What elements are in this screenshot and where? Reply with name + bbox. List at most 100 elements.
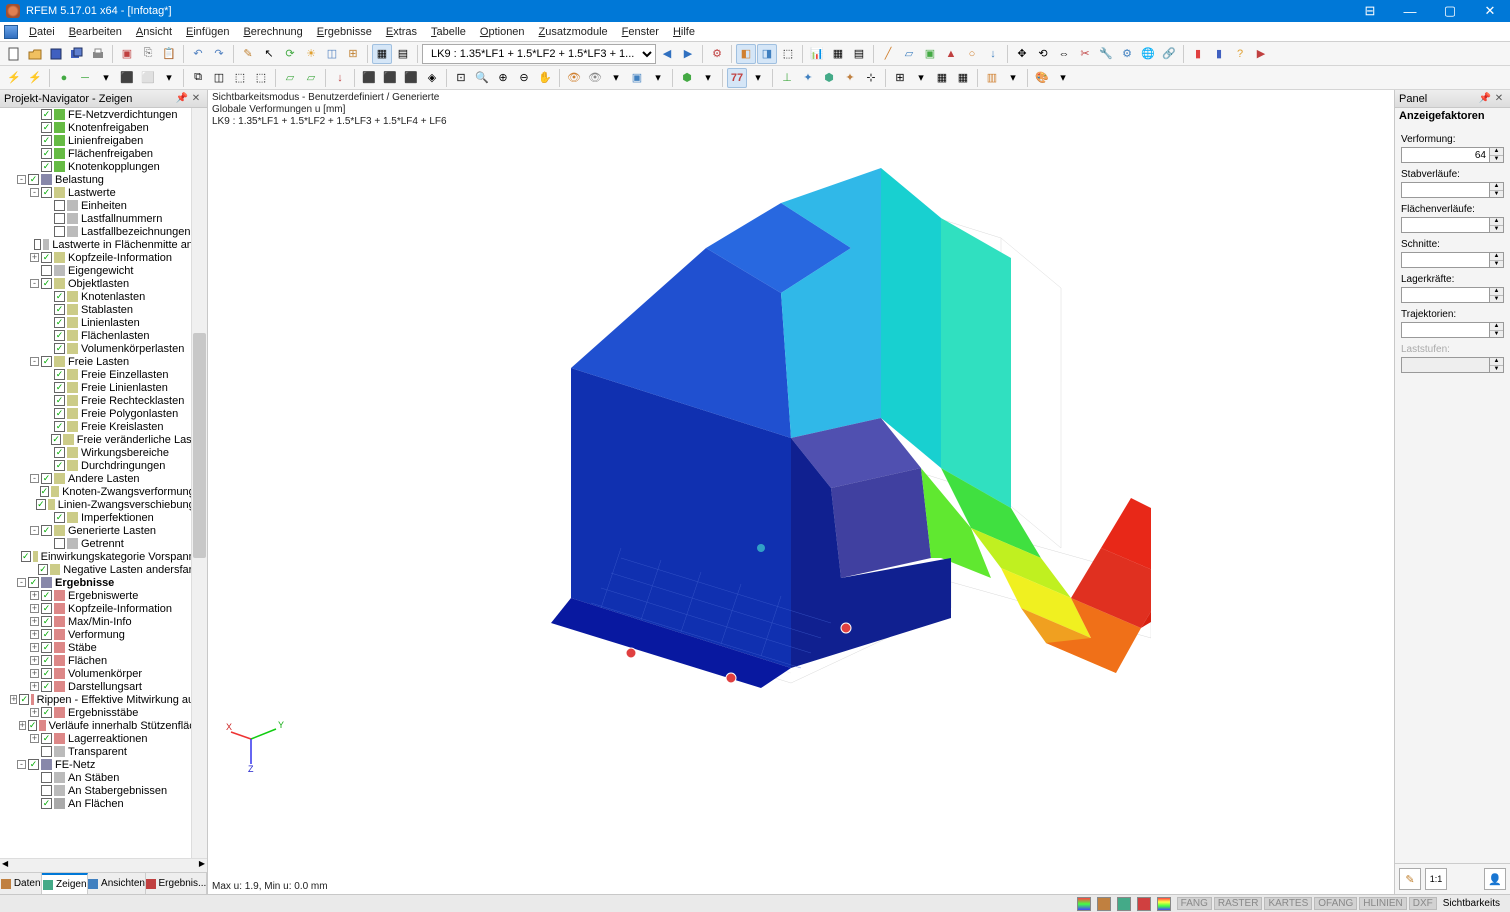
tree-item[interactable]: ✓Durchdringungen — [0, 459, 207, 472]
spinner-buttons[interactable]: ▲▼ — [1490, 182, 1504, 198]
checkbox[interactable]: ✓ — [41, 135, 52, 146]
line-icon[interactable]: ─ — [75, 68, 95, 88]
expand-icon[interactable]: - — [30, 526, 39, 535]
checkbox[interactable] — [34, 239, 41, 250]
tree-item[interactable]: Transparent — [0, 745, 207, 758]
tree-item[interactable]: ✓Knotenkopplungen — [0, 160, 207, 173]
expand-icon[interactable]: + — [30, 604, 39, 613]
expand-icon[interactable]: + — [30, 682, 39, 691]
panel-spinner[interactable] — [1401, 322, 1490, 338]
view-iso-icon[interactable]: ◈ — [422, 68, 442, 88]
expand-icon[interactable]: - — [17, 578, 26, 587]
results2-icon[interactable]: ◨ — [757, 44, 777, 64]
new-icon[interactable] — [4, 44, 24, 64]
view-front-icon[interactable]: ⬛ — [359, 68, 379, 88]
tree-item[interactable]: ✓An Flächen — [0, 797, 207, 810]
save-icon[interactable] — [46, 44, 66, 64]
copy-icon[interactable]: ⎘ — [138, 44, 158, 64]
tree-item[interactable]: ✓Imperfektionen — [0, 511, 207, 524]
checkbox[interactable]: ✓ — [41, 668, 52, 679]
tree-item[interactable]: Lastwerte in Flächenmitte anzei — [0, 238, 207, 251]
tree-item[interactable]: ✓Freie veränderliche Lasten — [0, 433, 207, 446]
expand-icon[interactable]: + — [30, 617, 39, 626]
edit-icon[interactable]: ✎ — [238, 44, 258, 64]
status-color4[interactable] — [1137, 897, 1151, 911]
sel1-icon[interactable]: ◫ — [209, 68, 229, 88]
move-icon[interactable]: ✥ — [1012, 44, 1032, 64]
menu-ergebnisse[interactable]: Ergebnisse — [310, 24, 379, 40]
grid5-icon[interactable]: ▦ — [953, 68, 973, 88]
tree-item[interactable]: -✓Lastwerte — [0, 186, 207, 199]
checkbox[interactable]: ✓ — [54, 421, 65, 432]
expand-icon[interactable]: + — [30, 643, 39, 652]
tree-item[interactable]: Eigengewicht — [0, 264, 207, 277]
grid2-icon[interactable]: ⊞ — [890, 68, 910, 88]
redo-icon[interactable]: ↷ — [209, 44, 229, 64]
expand-icon[interactable]: + — [10, 695, 17, 704]
viewport-3d[interactable]: Sichtbarkeitsmodus - Benutzerdefiniert /… — [208, 90, 1394, 894]
paste-icon[interactable]: 📋 — [159, 44, 179, 64]
cursor-icon[interactable]: ↖ — [259, 44, 279, 64]
num-icon[interactable]: 77 — [727, 68, 747, 88]
tree-item[interactable]: -✓Belastung — [0, 173, 207, 186]
results1-icon[interactable]: ◧ — [736, 44, 756, 64]
expand-icon[interactable]: - — [17, 760, 26, 769]
tree-item[interactable]: ✓Stablasten — [0, 303, 207, 316]
checkbox[interactable]: ✓ — [54, 512, 65, 523]
vis2-icon[interactable]: 👁 — [585, 68, 605, 88]
tree-item[interactable]: ✓Flächenlasten — [0, 329, 207, 342]
checkbox[interactable]: ✓ — [41, 109, 52, 120]
checkbox[interactable]: ✓ — [41, 642, 52, 653]
status-segment[interactable]: Sichtbarkeits — [1439, 897, 1504, 910]
checkbox[interactable]: ✓ — [40, 486, 50, 497]
bolt-icon[interactable]: ⚡ — [4, 68, 24, 88]
checkbox[interactable]: ✓ — [41, 122, 52, 133]
arrow-right-icon[interactable]: ▶ — [1251, 44, 1271, 64]
minimize-button[interactable]: — — [1390, 0, 1430, 22]
saveall-icon[interactable] — [67, 44, 87, 64]
palette-icon[interactable]: 🎨 — [1032, 68, 1052, 88]
tree-item[interactable]: ✓Freie Linienlasten — [0, 381, 207, 394]
checkbox[interactable]: ✓ — [28, 577, 39, 588]
expand-icon[interactable]: + — [30, 656, 39, 665]
red-flag-icon[interactable]: ▮ — [1188, 44, 1208, 64]
panel-spinner[interactable] — [1401, 252, 1490, 268]
tree-item[interactable]: ✓FE-Netzverdichtungen — [0, 108, 207, 121]
wrench-icon[interactable]: 🔧 — [1096, 44, 1116, 64]
checkbox[interactable]: ✓ — [41, 603, 52, 614]
model-icon[interactable]: ▣ — [117, 44, 137, 64]
checkbox[interactable]: ✓ — [36, 499, 46, 510]
panel-btn3-icon[interactable]: 👤 — [1484, 868, 1506, 890]
scissors-icon[interactable]: ✂ — [1075, 44, 1095, 64]
render2-icon[interactable]: ▾ — [698, 68, 718, 88]
hscroll-right-icon[interactable]: ▶ — [199, 859, 205, 872]
spinner-buttons[interactable]: ▲▼ — [1490, 287, 1504, 303]
vis5-icon[interactable]: ▾ — [648, 68, 668, 88]
spinner-buttons[interactable]: ▲▼ — [1490, 322, 1504, 338]
checkbox[interactable] — [54, 538, 65, 549]
checkbox[interactable]: ✓ — [51, 434, 61, 445]
tree-item[interactable]: +✓Kopfzeile-Information — [0, 602, 207, 615]
checkbox[interactable]: ✓ — [41, 278, 52, 289]
checkbox[interactable]: ✓ — [41, 681, 52, 692]
status-segment[interactable]: RASTER — [1214, 897, 1263, 910]
tree-item[interactable]: An Stäben — [0, 771, 207, 784]
checkbox[interactable]: ✓ — [28, 720, 38, 731]
grid-icon[interactable]: ⊞ — [343, 44, 363, 64]
loadcase-combo[interactable]: LK9 : 1.35*LF1 + 1.5*LF2 + 1.5*LF3 + 1..… — [422, 44, 656, 64]
close-button[interactable]: ✕ — [1470, 0, 1510, 22]
results3-icon[interactable]: ⬚ — [778, 44, 798, 64]
tree-item[interactable]: +✓Darstellungsart — [0, 680, 207, 693]
checkbox[interactable]: ✓ — [54, 304, 65, 315]
expand-icon[interactable]: - — [30, 474, 39, 483]
panel-spinner[interactable] — [1401, 182, 1490, 198]
layout1-icon[interactable]: ▦ — [372, 44, 392, 64]
checkbox[interactable]: ✓ — [54, 395, 65, 406]
node-icon[interactable]: ● — [54, 68, 74, 88]
report-icon[interactable]: ▤ — [849, 44, 869, 64]
panel-close-icon[interactable]: ✕ — [1492, 92, 1506, 106]
cs2-icon[interactable]: ⬢ — [819, 68, 839, 88]
spinner-buttons[interactable]: ▲▼ — [1490, 357, 1504, 373]
checkbox[interactable]: ✓ — [41, 356, 52, 367]
tree-item[interactable]: +✓Ergebniswerte — [0, 589, 207, 602]
